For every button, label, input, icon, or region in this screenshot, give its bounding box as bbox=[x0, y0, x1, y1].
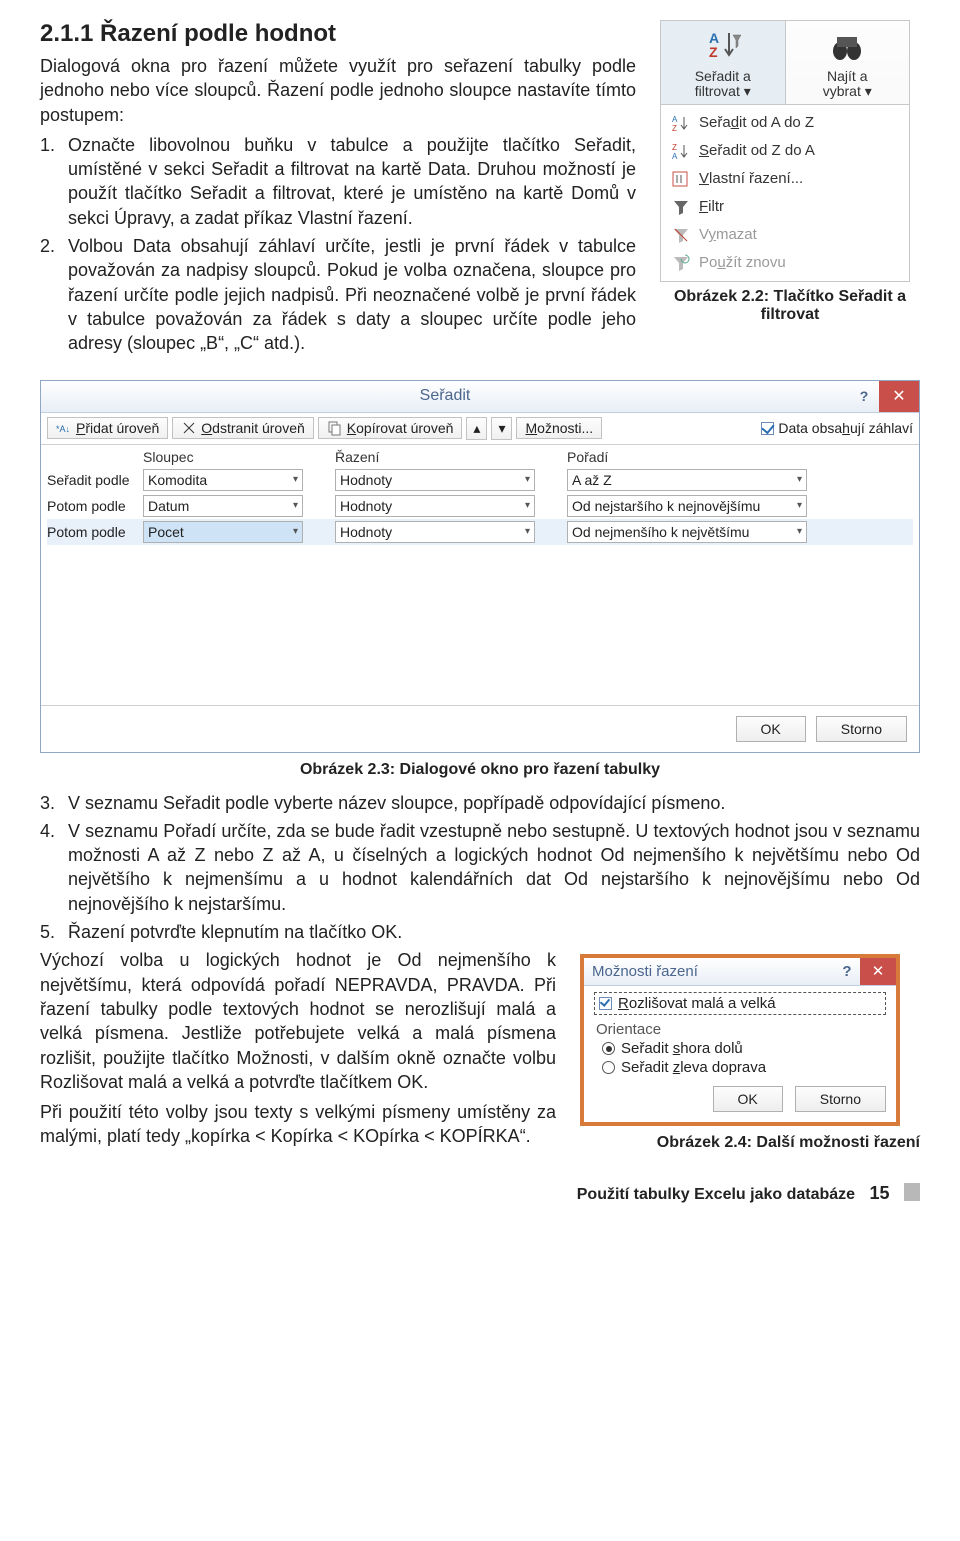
options-ok-button[interactable]: OK bbox=[713, 1086, 783, 1112]
close-button[interactable]: ✕ bbox=[860, 958, 896, 985]
menu-reapply: Použít znovu bbox=[661, 249, 909, 277]
menu-sort-z-a[interactable]: ZA Seřadit od Z do A bbox=[661, 137, 909, 165]
menu-clear: Vymazat bbox=[661, 221, 909, 249]
sort-column-combo[interactable]: Pocet▾ bbox=[143, 521, 303, 543]
binoculars-icon bbox=[827, 27, 867, 67]
reapply-icon bbox=[671, 253, 691, 273]
sort-by-combo[interactable]: Hodnoty▾ bbox=[335, 495, 535, 517]
footer-decoration bbox=[904, 1183, 920, 1201]
orientation-top-bottom[interactable]: Seřadit shora dolů bbox=[602, 1040, 886, 1057]
sort-column-combo[interactable]: Datum▾ bbox=[143, 495, 303, 517]
caption-2-3: Obrázek 2.3: Dialogové okno pro řazení t… bbox=[40, 761, 920, 779]
col-header-razeni: Řazení bbox=[335, 449, 535, 465]
step-2: Volbou Data obsahují záhlaví určíte, jes… bbox=[40, 234, 636, 355]
has-headers-checkbox[interactable]: Data obsahují záhlaví bbox=[761, 420, 913, 436]
svg-text:*A↓: *A↓ bbox=[56, 424, 70, 434]
step-4: V seznamu Pořadí určíte, zda se bude řad… bbox=[40, 819, 920, 916]
intro-paragraph: Dialogová okna pro řazení můžete využít … bbox=[40, 54, 636, 127]
orientation-left-right[interactable]: Seřadit zleva doprava bbox=[602, 1059, 886, 1076]
copy-level-button[interactable]: Kopírovat úroveň bbox=[318, 417, 463, 439]
caption-2-2: Obrázek 2.2: Tlačítko Seřadit a filtrova… bbox=[660, 288, 920, 324]
ribbon-sort-filter-button[interactable]: A Z Seřadit afiltrovat ▾ bbox=[661, 21, 786, 104]
ok-button[interactable]: OK bbox=[736, 716, 806, 742]
remove-icon bbox=[181, 420, 197, 436]
menu-custom-sort[interactable]: Vlastní řazení... bbox=[661, 165, 909, 193]
ribbon-find-select-label: Najít avybrat ▾ bbox=[790, 69, 906, 100]
col-header-poradi: Pořadí bbox=[567, 449, 807, 465]
add-icon: *A↓ bbox=[56, 420, 72, 436]
move-up-button[interactable]: ▴ bbox=[466, 417, 487, 440]
footer-page-number: 15 bbox=[870, 1183, 890, 1203]
cancel-button[interactable]: Storno bbox=[816, 716, 907, 742]
caption-2-4: Obrázek 2.4: Další možnosti řazení bbox=[580, 1134, 920, 1152]
add-level-button[interactable]: *A↓ Přidat úroveň bbox=[47, 417, 168, 439]
sort-asc-icon: AZ bbox=[671, 113, 691, 133]
step-3: V seznamu Seřadit podle vyberte název sl… bbox=[40, 791, 920, 815]
svg-text:Z: Z bbox=[672, 143, 677, 152]
radio-on-icon bbox=[602, 1042, 615, 1055]
menu-label: Vlastní řazení... bbox=[699, 170, 803, 187]
options-button[interactable]: Možnosti... bbox=[516, 417, 602, 439]
step-1: Označte libovolnou buňku v tabulce a pou… bbox=[40, 133, 636, 230]
case-sensitive-checkbox[interactable]: Rozlišovat malá a velká bbox=[594, 992, 886, 1015]
menu-label: Vymazat bbox=[699, 226, 757, 243]
sort-by-combo[interactable]: Hodnoty▾ bbox=[335, 521, 535, 543]
close-button[interactable]: ✕ bbox=[879, 381, 919, 412]
menu-label: Seřadit od Z do A bbox=[699, 142, 815, 159]
move-down-button[interactable]: ▾ bbox=[491, 417, 512, 440]
svg-text:Z: Z bbox=[672, 124, 677, 133]
options-cancel-button[interactable]: Storno bbox=[795, 1086, 886, 1112]
page-footer: Použití tabulky Excelu jako databáze 15 bbox=[40, 1183, 920, 1204]
help-button[interactable]: ? bbox=[834, 963, 860, 980]
help-button[interactable]: ? bbox=[849, 388, 879, 404]
sort-by-combo[interactable]: Hodnoty▾ bbox=[335, 469, 535, 491]
ribbon-panel: A Z Seřadit afiltrovat ▾ bbox=[660, 20, 910, 282]
ribbon-sort-filter-label: Seřadit afiltrovat ▾ bbox=[665, 69, 781, 100]
row-label: Potom podle bbox=[47, 524, 137, 540]
col-header-sloupec: Sloupec bbox=[143, 449, 303, 465]
orientation-label: Orientace bbox=[596, 1021, 886, 1038]
checkbox-icon bbox=[761, 422, 774, 435]
sort-dialog: Seřadit ? ✕ *A↓ Přidat úroveň Odstranit … bbox=[40, 380, 920, 753]
step-5: Řazení potvrďte klepnutím na tlačítko OK… bbox=[40, 920, 920, 944]
radio-off-icon bbox=[602, 1061, 615, 1074]
options-dialog-title: Možnosti řazení bbox=[584, 963, 834, 980]
sort-order-combo[interactable]: Od nejmenšího k největšímu▾ bbox=[567, 521, 807, 543]
paragraph-logical-default: Výchozí volba u logických hodnot je Od n… bbox=[40, 948, 556, 1094]
menu-label: Seřadit od A do Z bbox=[699, 114, 814, 131]
sort-column-combo[interactable]: Komodita▾ bbox=[143, 469, 303, 491]
remove-level-button[interactable]: Odstranit úroveň bbox=[172, 417, 314, 439]
clear-filter-icon bbox=[671, 225, 691, 245]
ribbon-find-select-button[interactable]: Najít avybrat ▾ bbox=[786, 21, 910, 104]
menu-sort-a-z[interactable]: AZ Seřadit od A do Z bbox=[661, 109, 909, 137]
menu-filter[interactable]: Filtr bbox=[661, 193, 909, 221]
menu-label: Filtr bbox=[699, 198, 724, 215]
sort-filter-icon: A Z bbox=[703, 27, 743, 67]
footer-chapter-title: Použití tabulky Excelu jako databáze bbox=[577, 1186, 855, 1203]
svg-text:A: A bbox=[672, 115, 678, 124]
paragraph-case-order: Při použití této volby jsou texty s velk… bbox=[40, 1100, 556, 1149]
dialog-title: Seřadit bbox=[41, 387, 849, 405]
custom-sort-icon bbox=[671, 169, 691, 189]
section-heading: 2.1.1 Řazení podle hodnot bbox=[40, 20, 636, 48]
menu-label: Použít znovu bbox=[699, 254, 786, 271]
row-label: Potom podle bbox=[47, 498, 137, 514]
sort-desc-icon: ZA bbox=[671, 141, 691, 161]
sort-order-combo[interactable]: A až Z▾ bbox=[567, 469, 807, 491]
sort-options-dialog: Možnosti řazení ? ✕ Rozlišovat malá a ve… bbox=[580, 954, 900, 1126]
svg-text:A: A bbox=[672, 152, 678, 161]
row-label: Seřadit podle bbox=[47, 472, 137, 488]
filter-icon bbox=[671, 197, 691, 217]
sort-order-combo[interactable]: Od nejstaršího k nejnovějšímu▾ bbox=[567, 495, 807, 517]
svg-text:Z: Z bbox=[709, 44, 718, 60]
copy-icon bbox=[327, 420, 343, 436]
